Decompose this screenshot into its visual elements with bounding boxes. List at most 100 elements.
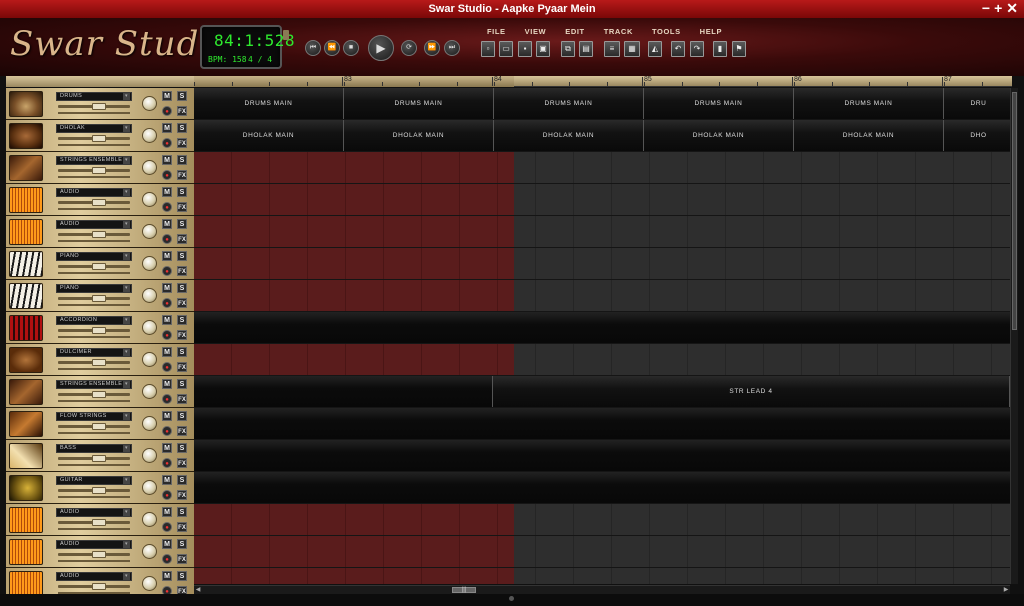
solo-button[interactable]: S [177, 283, 187, 293]
track-instrument-select[interactable]: AUDIO ▾ [56, 220, 132, 229]
rewind-button[interactable]: ⏪ [324, 40, 340, 56]
volume-slider-handle[interactable] [92, 455, 106, 462]
volume-knob[interactable] [142, 480, 157, 495]
track-header[interactable]: AUDIO ▾ M S ● FX [6, 184, 194, 216]
volume-knob[interactable] [142, 384, 157, 399]
solo-button[interactable]: S [177, 219, 187, 229]
pattern-clip[interactable] [194, 408, 1010, 439]
solo-button[interactable]: S [177, 347, 187, 357]
instrument-thumbnail[interactable] [9, 539, 43, 565]
menu-track[interactable]: TRACK [604, 27, 633, 36]
volume-slider-handle[interactable] [92, 199, 106, 206]
track-lane[interactable] [194, 216, 1010, 248]
fx-button[interactable]: FX [177, 170, 187, 180]
solo-button[interactable]: S [177, 539, 187, 549]
record-arm-button[interactable]: ● [162, 298, 172, 308]
menu-edit[interactable]: EDIT [565, 27, 584, 36]
mute-button[interactable]: M [162, 315, 172, 325]
volume-knob[interactable] [142, 256, 157, 271]
track-lane[interactable]: DRUMS MAIN DRUMS MAIN DRUMS MAIN DRUMS MAIN… [194, 88, 1010, 120]
track-header[interactable]: DHOLAK ▾ M S ● FX [6, 120, 194, 152]
instrument-thumbnail[interactable] [9, 219, 43, 245]
chevron-down-icon[interactable]: ▾ [123, 317, 130, 324]
instrument-thumbnail[interactable] [9, 379, 43, 405]
pattern-clip[interactable]: DRU [944, 88, 1010, 119]
chevron-down-icon[interactable]: ▾ [123, 381, 130, 388]
fx-button[interactable]: FX [177, 330, 187, 340]
volume-slider[interactable] [58, 103, 130, 110]
track-header[interactable]: PIANO ▾ M S ● FX [6, 248, 194, 280]
track-lane[interactable] [194, 568, 1010, 584]
track-header[interactable]: FLOW STRINGS ▾ M S ● FX [6, 408, 194, 440]
redo-icon[interactable]: ↷ [690, 41, 704, 57]
track-header[interactable]: BASS ▾ M S ● FX [6, 440, 194, 472]
volume-slider[interactable] [58, 199, 130, 206]
volume-slider-handle[interactable] [92, 103, 106, 110]
instrument-thumbnail[interactable] [9, 475, 43, 501]
arrangement-area[interactable]: DRUMS MAIN DRUMS MAIN DRUMS MAIN DRUMS MAIN… [194, 88, 1010, 584]
solo-button[interactable]: S [177, 251, 187, 261]
volume-slider-handle[interactable] [92, 519, 106, 526]
track-lane[interactable] [194, 312, 1010, 344]
pan-slider[interactable] [58, 464, 130, 466]
instrument-thumbnail[interactable] [9, 155, 43, 181]
pattern-clip[interactable]: DHOLAK MAIN [194, 120, 344, 151]
mute-button[interactable]: M [162, 347, 172, 357]
volume-slider-handle[interactable] [92, 135, 106, 142]
pattern-clip[interactable]: DRUMS MAIN [794, 88, 944, 119]
track-instrument-select[interactable]: AUDIO ▾ [56, 508, 132, 517]
record-arm-button[interactable]: ● [162, 202, 172, 212]
track-header[interactable]: AUDIO ▾ M S ● FX [6, 216, 194, 248]
volume-slider[interactable] [58, 167, 130, 174]
minimize-button[interactable]: − [982, 0, 990, 18]
track-header[interactable]: DRUMS ▾ M S ● FX [6, 88, 194, 120]
track-header[interactable]: STRINGS ENSEMBLE ▾ M S ● FX [6, 152, 194, 184]
mute-button[interactable]: M [162, 411, 172, 421]
flag-icon[interactable]: ⚑ [732, 41, 746, 57]
track-instrument-select[interactable]: PIANO ▾ [56, 284, 132, 293]
track-lane[interactable] [194, 504, 1010, 536]
rewind-to-start-button[interactable]: ⏮ [305, 40, 321, 56]
menu-tools[interactable]: TOOLS [652, 27, 681, 36]
display-toggle-tab[interactable] [283, 30, 289, 40]
volume-knob[interactable] [142, 96, 157, 111]
pattern-clip[interactable]: STR LEAD 4 [492, 376, 1010, 407]
mute-button[interactable]: M [162, 123, 172, 133]
pattern-clip[interactable]: DHOLAK MAIN [494, 120, 644, 151]
mute-button[interactable]: M [162, 251, 172, 261]
solo-button[interactable]: S [177, 379, 187, 389]
metronome-icon[interactable]: ◭ [648, 41, 662, 57]
volume-knob[interactable] [142, 128, 157, 143]
chevron-down-icon[interactable]: ▾ [123, 253, 130, 260]
track-instrument-select[interactable]: PIANO ▾ [56, 252, 132, 261]
pattern-clip[interactable]: DRUMS MAIN [494, 88, 644, 119]
fx-button[interactable]: FX [177, 234, 187, 244]
volume-knob[interactable] [142, 160, 157, 175]
pan-slider[interactable] [58, 368, 130, 370]
fx-button[interactable]: FX [177, 106, 187, 116]
volume-knob[interactable] [142, 352, 157, 367]
pan-slider[interactable] [58, 272, 130, 274]
pattern-clip[interactable] [194, 376, 492, 407]
pattern-clip[interactable] [194, 472, 1010, 503]
paste-icon[interactable]: ▤ [579, 41, 593, 57]
instrument-thumbnail[interactable] [9, 347, 43, 373]
pattern-clip[interactable] [194, 440, 1010, 471]
save-as-icon[interactable]: ▣ [536, 41, 550, 57]
fx-button[interactable]: FX [177, 266, 187, 276]
pan-slider[interactable] [58, 528, 130, 530]
chevron-down-icon[interactable]: ▾ [123, 573, 130, 580]
fx-button[interactable]: FX [177, 394, 187, 404]
chevron-down-icon[interactable]: ▾ [123, 509, 130, 516]
volume-knob[interactable] [142, 320, 157, 335]
volume-slider[interactable] [58, 583, 130, 590]
volume-slider[interactable] [58, 551, 130, 558]
mute-button[interactable]: M [162, 379, 172, 389]
solo-button[interactable]: S [177, 91, 187, 101]
volume-knob[interactable] [142, 448, 157, 463]
volume-slider-handle[interactable] [92, 231, 106, 238]
fx-button[interactable]: FX [177, 138, 187, 148]
horizontal-scroll-thumb[interactable]: ||| [452, 587, 476, 593]
track-lane[interactable] [194, 536, 1010, 568]
track-lane[interactable] [194, 408, 1010, 440]
